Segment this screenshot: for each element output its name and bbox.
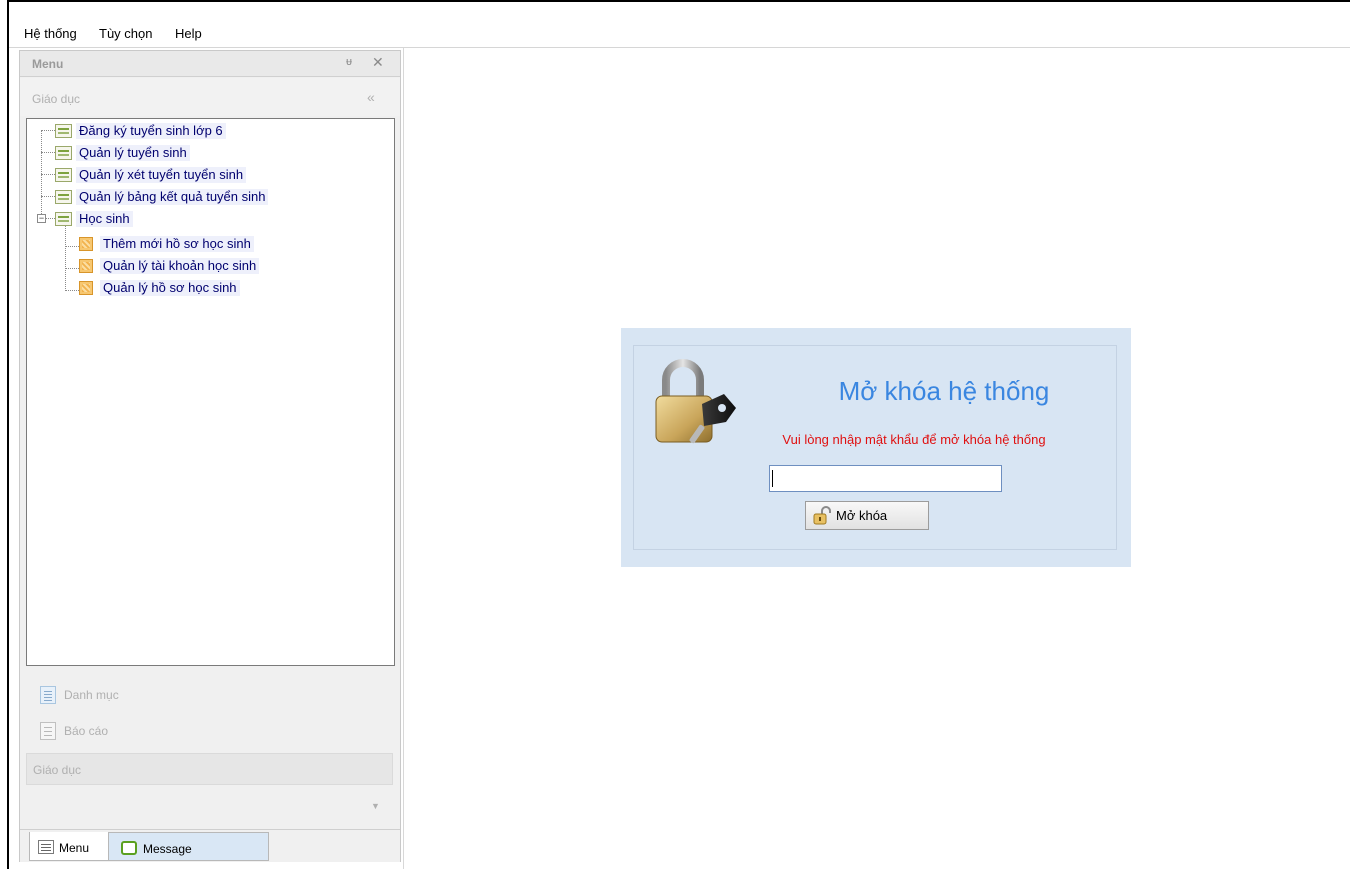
tree-connector — [65, 268, 79, 269]
menu-dock-panel: Menu ᵾ ✕ Giáo dục « − Đăng ký tuyển sinh… — [19, 50, 401, 862]
tree-item-label: Quản lý xét tuyển tuyển sinh — [76, 167, 247, 183]
password-input[interactable] — [769, 465, 1002, 492]
unlock-panel: Mở khóa hệ thống Vui lòng nhập mật khẩu … — [621, 328, 1131, 567]
unlock-message: Vui lòng nhập mật khẩu để mở khóa hệ thố… — [782, 432, 1046, 447]
pin-icon[interactable]: ᵾ — [346, 56, 352, 68]
unlock-icon — [813, 506, 831, 525]
window-frame-left — [7, 0, 9, 869]
tree-item-label: Đăng ký tuyển sinh lớp 6 — [76, 123, 226, 139]
student-icon — [79, 281, 93, 295]
tree-item-label: Quản lý bảng kết quả tuyển sinh — [76, 189, 269, 205]
padlock-key-icon — [655, 359, 736, 444]
document-icon — [55, 190, 72, 204]
document-icon — [55, 124, 72, 138]
unlock-title: Mở khóa hệ thống — [838, 376, 1050, 406]
report-icon — [40, 722, 56, 740]
tree-connector — [65, 290, 79, 291]
group-footer-giao-duc[interactable]: Giáo dục — [26, 753, 393, 785]
tree-item-label: Quản lý hồ sơ học sinh — [100, 280, 240, 296]
menubar: Hệ thống Tùy chọn Help — [9, 2, 1350, 48]
document-icon — [55, 212, 72, 226]
group-header-giao-duc[interactable]: Giáo dục « — [20, 78, 400, 116]
menu-tree: − Đăng ký tuyển sinh lớp 6 Quản lý tuyển… — [26, 118, 395, 666]
student-icon — [79, 259, 93, 273]
message-tab-icon — [121, 841, 137, 855]
group-footer-label: Giáo dục — [33, 763, 82, 777]
document-icon — [55, 146, 72, 160]
section-label: Danh mục — [64, 688, 119, 702]
section-label: Báo cáo — [64, 724, 109, 738]
overflow-arrow-icon[interactable]: ▼ — [371, 801, 380, 811]
tree-connector — [41, 174, 55, 175]
tab-label: Menu — [59, 841, 90, 855]
collapse-icon[interactable]: « — [367, 89, 375, 105]
tab-label: Message — [143, 842, 192, 856]
tree-connector — [41, 130, 55, 131]
student-icon — [79, 237, 93, 251]
tab-message[interactable]: Message — [109, 832, 269, 861]
menu-he-thong[interactable]: Hệ thống — [24, 26, 77, 41]
section-bao-cao[interactable]: Báo cáo — [20, 716, 400, 746]
tree-item-label: Quản lý tuyển sinh — [76, 145, 190, 161]
list-icon — [40, 686, 56, 704]
menu-tab-icon — [38, 840, 54, 854]
unlock-panel-inner: Mở khóa hệ thống Vui lòng nhập mật khẩu … — [633, 345, 1117, 550]
dock-tabstrip: Menu Message — [20, 829, 400, 862]
section-danh-muc[interactable]: Danh mục — [20, 680, 400, 710]
tree-connector — [65, 246, 79, 247]
menu-help[interactable]: Help — [175, 26, 202, 41]
group-header-label: Giáo dục — [32, 92, 81, 106]
close-icon[interactable]: ✕ — [372, 54, 384, 71]
unlock-button-label: Mở khóa — [836, 508, 888, 523]
collapse-node-icon[interactable]: − — [37, 214, 46, 223]
menu-tuy-chon[interactable]: Tùy chọn — [99, 26, 152, 41]
tree-item-label: Học sinh — [76, 211, 133, 227]
unlock-button[interactable]: Mở khóa — [805, 501, 929, 530]
tab-menu[interactable]: Menu — [29, 832, 109, 861]
tree-connector — [41, 196, 55, 197]
tree-item-label: Thêm mới hồ sơ học sinh — [100, 236, 254, 252]
text-caret — [772, 470, 773, 487]
tree-connector — [46, 218, 55, 219]
dock-title: Menu — [32, 57, 64, 71]
tree-connector — [41, 152, 55, 153]
tree-item-label: Quản lý tài khoản học sinh — [100, 258, 260, 274]
document-icon — [55, 168, 72, 182]
dock-header: Menu ᵾ ✕ — [20, 51, 400, 77]
tree-connector — [65, 226, 66, 291]
